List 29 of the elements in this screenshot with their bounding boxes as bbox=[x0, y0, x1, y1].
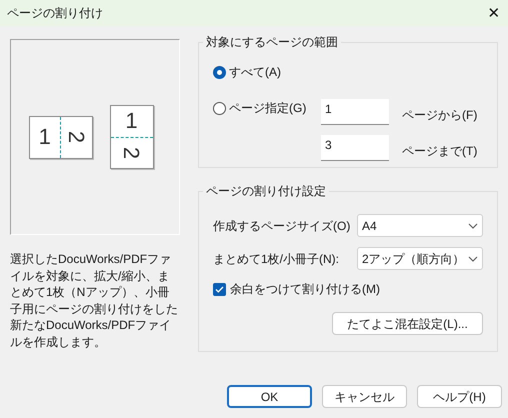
radio-label: ページ指定(G) bbox=[229, 100, 306, 117]
description-text: 選択したDocuWorks/PDFファイルを対象に、拡大/縮小、まとめて1枚（Nアップ）、小冊子用にページの割り付けをした新たなDocuWorks/PDFファイルを作成します。 bbox=[10, 251, 178, 350]
mixed-orientation-button[interactable]: たてよこ混在設定(L)... bbox=[332, 312, 483, 335]
page-number: 1 bbox=[38, 126, 51, 148]
dialog-button[interactable]: ヘルプ(H) bbox=[417, 385, 502, 408]
dialog-button[interactable]: OK bbox=[227, 385, 312, 408]
group-title: ページの割り付け設定 bbox=[205, 183, 327, 200]
page-number: 1 bbox=[125, 110, 138, 132]
dropdown[interactable]: A4 bbox=[357, 214, 483, 237]
radio-label: すべて(A) bbox=[229, 64, 281, 81]
radio-button[interactable] bbox=[213, 102, 226, 114]
select-label: まとめて1枚/小冊子(N): bbox=[213, 250, 339, 268]
dialog-button[interactable]: キャンセル bbox=[322, 385, 407, 408]
page-number-field[interactable]: 3 bbox=[321, 135, 389, 161]
close-button[interactable]: ✕ bbox=[484, 3, 504, 23]
checkbox-label: 余白をつけて割り付ける(M) bbox=[230, 281, 380, 298]
group-title: 対象にするページの範囲 bbox=[205, 34, 339, 51]
dropdown[interactable]: 2アップ（順方向） bbox=[357, 247, 483, 270]
page-number: 2 bbox=[120, 146, 142, 159]
field-label: ページから(F) bbox=[402, 107, 478, 124]
page-number: 2 bbox=[65, 130, 88, 144]
radio-button[interactable] bbox=[213, 66, 226, 78]
window-title: ページの割り付け bbox=[7, 5, 103, 22]
chevron-down-icon bbox=[468, 256, 478, 262]
select-label: 作成するページサイズ(O) bbox=[213, 218, 350, 234]
checkbox[interactable] bbox=[213, 282, 226, 296]
chevron-down-icon bbox=[468, 222, 478, 228]
field-label: ページまで(T) bbox=[402, 143, 478, 160]
page-number-field[interactable]: 1 bbox=[321, 99, 389, 125]
